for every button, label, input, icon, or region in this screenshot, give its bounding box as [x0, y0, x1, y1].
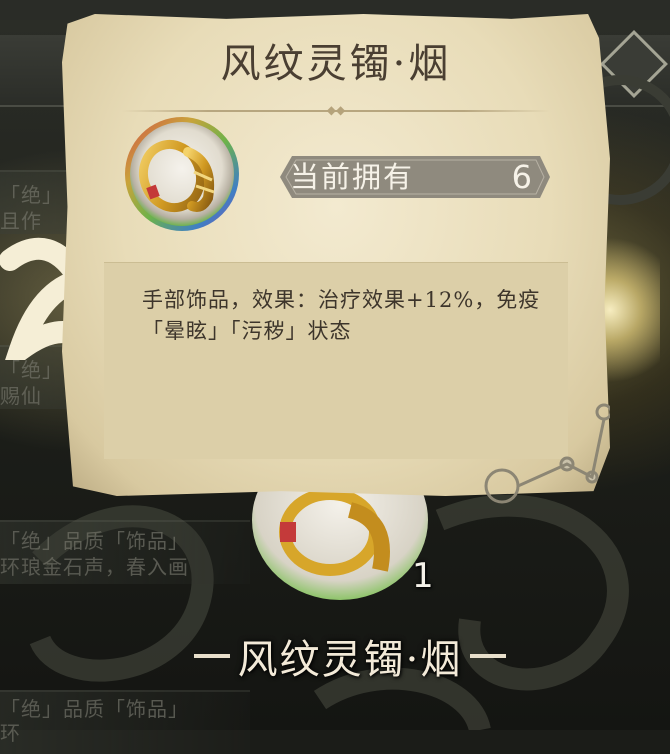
item-name-banner: 风纹灵镯·烟 [140, 628, 560, 684]
popup-title: 风纹灵镯·烟 [220, 41, 452, 87]
item-name: 风纹灵镯·烟 [237, 637, 463, 683]
list-item[interactable]: 「绝」品质「饰品」 环琅金石声，春入画 [0, 520, 250, 584]
list-item-text: 「绝」品质「饰品」 [0, 529, 189, 553]
list-item-text: 赐仙 [0, 384, 42, 408]
list-item-text: 「绝」 [0, 183, 63, 207]
owned-count-bar: 当前拥有 6 [272, 152, 552, 202]
divider-left [193, 654, 230, 658]
owned-count: 6 [511, 158, 532, 196]
divider-right [470, 654, 507, 658]
owned-label: 当前拥有 [290, 160, 415, 194]
gold-bracelet-icon [125, 117, 239, 231]
item-count: 1 [412, 556, 434, 596]
list-item[interactable]: 「绝」品质「饰品」 环 [0, 690, 250, 754]
list-item-text: 环 [0, 721, 21, 745]
constellation-corner-decoration [484, 403, 610, 504]
list-item-text: 「绝」 [0, 358, 63, 382]
list-item-text: 「绝」品质「饰品」 [0, 697, 189, 721]
title-ornament-icon: ◆◆ [326, 103, 346, 117]
list-item-text: 环琅金石声，春入画 [0, 555, 189, 579]
item-description: 手部饰品，效果：治疗效果+12%，免疫「晕眩」「污秽」状态 [142, 288, 541, 343]
item-detail-popup[interactable]: 风纹灵镯·烟 ◆◆ 当前拥有 6 手部饰品，效果：治疗效果+12%，免疫「晕眩」… [62, 14, 610, 504]
